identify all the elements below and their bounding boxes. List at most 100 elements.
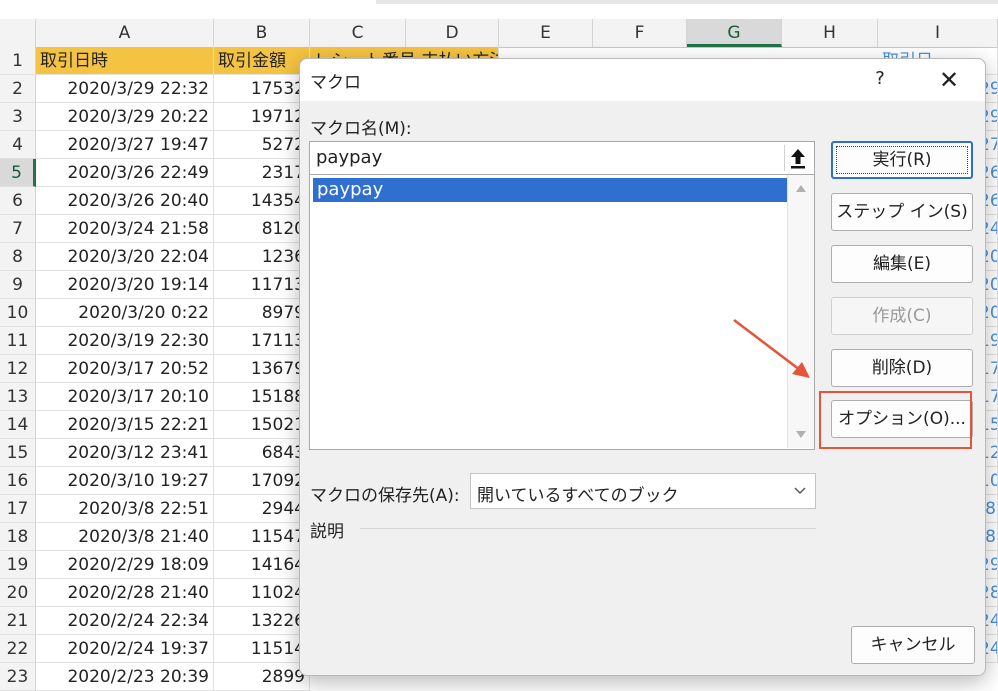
cell-date[interactable]: 2020/3/26 20:40 [36, 187, 214, 215]
cell-amount[interactable]: 11547 [214, 523, 310, 551]
row-header-12[interactable]: 12 [0, 355, 36, 383]
row-header-3[interactable]: 3 [0, 103, 36, 131]
column-header-d[interactable]: D [406, 19, 499, 47]
row-header-7[interactable]: 7 [0, 215, 36, 243]
close-button[interactable]: ✕ [932, 65, 966, 95]
cell-amount[interactable]: 14164 [214, 551, 310, 579]
cell-date[interactable]: 2020/3/24 21:58 [36, 215, 214, 243]
cell-amount[interactable]: 17092 [214, 467, 310, 495]
help-button[interactable]: ? [866, 65, 894, 93]
cell-amount[interactable]: 15021 [214, 411, 310, 439]
row-header-21[interactable]: 21 [0, 607, 36, 635]
cell-a1[interactable]: 取引日時 [36, 47, 214, 75]
cell-date[interactable]: 2020/2/29 18:09 [36, 551, 214, 579]
macro-list[interactable]: paypay [309, 175, 815, 450]
row-header-10[interactable]: 10 [0, 299, 36, 327]
row-header-8[interactable]: 8 [0, 243, 36, 271]
cell-date[interactable]: 2020/2/24 22:34 [36, 607, 214, 635]
row-header-9[interactable]: 9 [0, 271, 36, 299]
cell-date[interactable]: 2020/2/28 21:40 [36, 579, 214, 607]
chevron-down-icon[interactable] [794, 484, 806, 496]
cell-amount[interactable]: 1236 [214, 243, 310, 271]
select-all-corner[interactable] [0, 19, 36, 47]
cell-date[interactable]: 2020/3/17 20:52 [36, 355, 214, 383]
cell-date[interactable]: 2020/3/8 22:51 [36, 495, 214, 523]
column-header-a[interactable]: A [36, 19, 214, 47]
cell-date[interactable]: 2020/2/24 19:37 [36, 635, 214, 663]
column-header-b[interactable]: B [214, 19, 310, 47]
list-scrollbar[interactable] [787, 175, 814, 448]
cell-date[interactable]: 2020/3/20 22:04 [36, 243, 214, 271]
row-header-23[interactable]: 23 [0, 663, 36, 691]
cell-date[interactable]: 2020/3/20 0:22 [36, 299, 214, 327]
cell-amount[interactable]: 17532 [214, 75, 310, 103]
cell-amount[interactable]: 2317 [214, 159, 310, 187]
row-header-18[interactable]: 18 [0, 523, 36, 551]
scroll-up-arrow-icon[interactable] [796, 185, 806, 192]
cell-amount[interactable]: 6843 [214, 439, 310, 467]
row-header-1[interactable]: 1 [0, 47, 36, 75]
cell-amount[interactable]: 13679 [214, 355, 310, 383]
macro-dialog: マクロ ? ✕ マクロ名(M): paypay paypay 実行(R) ステッ… [299, 58, 986, 676]
row-header-15[interactable]: 15 [0, 439, 36, 467]
store-location-select[interactable]: 開いているすべてのブック [470, 473, 816, 509]
row-header-20[interactable]: 20 [0, 579, 36, 607]
column-header-h[interactable]: H [782, 19, 878, 47]
cell-date[interactable]: 2020/3/26 22:49 [36, 159, 214, 187]
row-header-6[interactable]: 6 [0, 187, 36, 215]
cell-date[interactable]: 2020/3/27 19:47 [36, 131, 214, 159]
cell-amount[interactable]: 2899 [214, 663, 310, 691]
cell-amount[interactable]: 2944 [214, 495, 310, 523]
delete-button[interactable]: 削除(D) [831, 349, 973, 387]
step-in-button[interactable]: ステップ イン(S) [831, 193, 973, 231]
row-header-22[interactable]: 22 [0, 635, 36, 663]
cell-amount[interactable]: 11713 [214, 271, 310, 299]
column-header-i[interactable]: I [878, 19, 998, 47]
options-highlight-box [819, 391, 972, 449]
row-header-13[interactable]: 13 [0, 383, 36, 411]
cell-date[interactable]: 2020/3/17 20:10 [36, 383, 214, 411]
row-header-4[interactable]: 4 [0, 131, 36, 159]
cancel-button[interactable]: キャンセル [851, 626, 975, 664]
column-header-e[interactable]: E [499, 19, 593, 47]
cell-date[interactable]: 2020/3/12 23:41 [36, 439, 214, 467]
macro-name-input[interactable]: paypay [309, 141, 815, 175]
macro-list-item[interactable]: paypay [313, 178, 788, 202]
upload-arrow-icon[interactable] [784, 145, 811, 171]
cell-amount[interactable]: 5272 [214, 131, 310, 159]
column-header-g[interactable]: G [687, 19, 782, 47]
cell-amount[interactable]: 8120 [214, 215, 310, 243]
cell-amount[interactable]: 14354 [214, 187, 310, 215]
cell-amount[interactable]: 8979 [214, 299, 310, 327]
cell-amount[interactable]: 13226 [214, 607, 310, 635]
store-location-label: マクロの保存先(A): [310, 486, 460, 506]
cell-date[interactable]: 2020/3/10 19:27 [36, 467, 214, 495]
cell-date[interactable]: 2020/3/19 22:30 [36, 327, 214, 355]
cell-date[interactable]: 2020/2/23 20:39 [36, 663, 214, 691]
row-header-11[interactable]: 11 [0, 327, 36, 355]
cell-date[interactable]: 2020/3/29 20:22 [36, 103, 214, 131]
row-header-19[interactable]: 19 [0, 551, 36, 579]
column-header-f[interactable]: F [593, 19, 687, 47]
cell-date[interactable]: 2020/3/15 22:21 [36, 411, 214, 439]
cell-amount[interactable]: 17113 [214, 327, 310, 355]
scroll-down-arrow-icon[interactable] [796, 431, 806, 438]
cell-date[interactable]: 2020/3/29 22:32 [36, 75, 214, 103]
cell-b1[interactable]: 取引金額 [214, 47, 310, 75]
cell-date[interactable]: 2020/3/20 19:14 [36, 271, 214, 299]
cell-amount[interactable]: 11024 [214, 579, 310, 607]
column-header-c[interactable]: C [310, 19, 406, 47]
edit-button[interactable]: 編集(E) [831, 245, 973, 283]
row-header-5[interactable]: 5 [0, 159, 36, 187]
cell-amount[interactable]: 11514 [214, 635, 310, 663]
row-header-16[interactable]: 16 [0, 467, 36, 495]
row-header-2[interactable]: 2 [0, 75, 36, 103]
row-header-17[interactable]: 17 [0, 495, 36, 523]
row-header-14[interactable]: 14 [0, 411, 36, 439]
formula-bar-edge [0, 0, 998, 19]
cell-date[interactable]: 2020/3/8 21:40 [36, 523, 214, 551]
dialog-title-bar[interactable]: マクロ ? ✕ [300, 59, 985, 101]
cell-amount[interactable]: 19712 [214, 103, 310, 131]
run-button[interactable]: 実行(R) [831, 141, 973, 179]
cell-amount[interactable]: 15188 [214, 383, 310, 411]
